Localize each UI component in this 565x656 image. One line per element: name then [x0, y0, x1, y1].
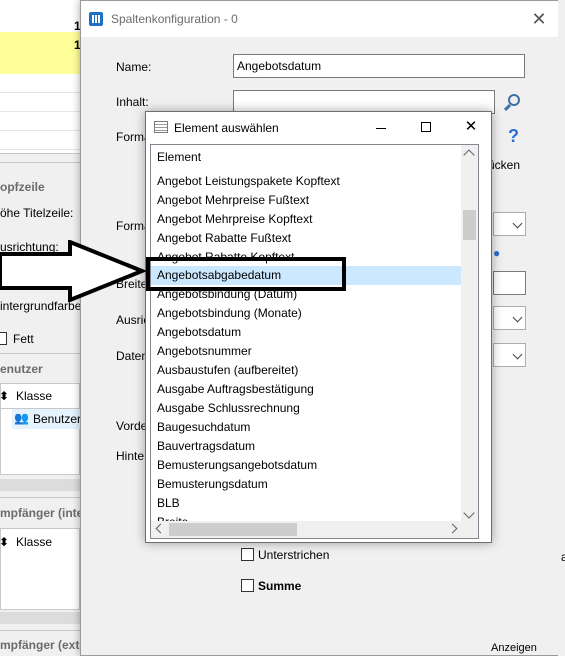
background-highlighted-rows — [0, 32, 80, 74]
list-item[interactable]: BLB — [151, 494, 475, 513]
help-icon[interactable]: ? — [508, 126, 519, 147]
section-heading-empfaenger-extern: mpfänger (exte — [0, 638, 87, 652]
horizontal-scrollbar[interactable] — [0, 479, 80, 491]
dialog-title: Spaltenkonfiguration - 0 — [111, 12, 238, 26]
scroll-left-icon[interactable] — [155, 523, 166, 534]
search-icon[interactable] — [503, 94, 521, 112]
scroll-down-icon[interactable] — [463, 507, 475, 519]
divider — [0, 353, 80, 354]
dialog-titlebar[interactable]: Spaltenkonfiguration - 0 ✕ — [81, 1, 559, 37]
scroll-up-icon[interactable] — [463, 149, 475, 161]
hintergrund-label: Hinte — [116, 449, 145, 463]
partial-label: ücken — [488, 158, 521, 172]
empfaenger-list[interactable]: ⬍ Klasse — [0, 528, 80, 610]
scroll-right-icon[interactable] — [447, 523, 458, 534]
picker-title: Element auswählen — [174, 121, 279, 135]
list-item[interactable]: Angebotsbindung (Monate) — [151, 304, 475, 323]
background-grid — [0, 74, 80, 154]
info-icon[interactable]: ● — [493, 246, 500, 260]
sort-icon: ⬍ — [0, 535, 10, 549]
unterstrichen-checkbox[interactable] — [241, 548, 254, 561]
list-item-benutzer[interactable]: Benutzer — [33, 412, 81, 426]
horizontal-scrollbar[interactable] — [151, 521, 478, 538]
list-item[interactable]: Angebotsdatum — [151, 323, 475, 342]
anzeigen-button[interactable]: Anzeigen — [491, 642, 537, 654]
users-icon: 👥 — [14, 411, 29, 425]
close-icon[interactable]: ✕ — [460, 116, 482, 138]
divider — [0, 497, 80, 498]
inhalt-label: Inhalt: — [116, 95, 149, 109]
vertical-scrollbar[interactable] — [461, 145, 478, 523]
format-dropdown[interactable] — [493, 212, 526, 236]
label-titelzeile: öhe Titelzeile: — [0, 206, 74, 220]
column-header-klasse: Klasse — [16, 535, 53, 549]
breite-field[interactable] — [493, 271, 526, 295]
annotation-arrow-icon — [0, 240, 148, 302]
list-item[interactable]: Angebot Leistungspakete Kopftext — [151, 172, 475, 191]
summe-label: Summe — [258, 579, 302, 593]
vordergrund-label: Vorde — [116, 419, 148, 433]
scroll-thumb[interactable] — [169, 523, 297, 536]
ausrichtung-dropdown[interactable] — [493, 306, 526, 330]
section-heading-empfaenger-intern: mpfänger (inter — [0, 506, 89, 520]
list-item[interactable]: Bauvertragsdatum — [151, 437, 475, 456]
list-header-element: Element — [157, 150, 202, 164]
list-item[interactable]: Bemusterungsdatum — [151, 475, 475, 494]
name-label: Name: — [116, 60, 152, 74]
fett-checkbox[interactable] — [0, 332, 7, 345]
column-header-klasse: Klasse — [16, 389, 53, 403]
partial-label: a — [561, 550, 565, 564]
horizontal-scrollbar[interactable] — [0, 612, 80, 624]
close-icon[interactable]: ✕ — [527, 7, 551, 31]
list-item[interactable]: Ausgabe Auftragsbestätigung — [151, 380, 475, 399]
divider — [0, 630, 80, 631]
benutzer-list[interactable]: ⬍ Klasse 👥 Benutzer — [0, 383, 81, 475]
picker-titlebar[interactable]: Element auswählen ✕ — [146, 112, 491, 142]
list-item[interactable]: Bemusterungsangebotsdatum — [151, 456, 475, 475]
name-field[interactable]: Angebotsdatum — [233, 54, 525, 78]
daten-label: Daten — [116, 349, 149, 363]
list-item[interactable]: Angebotsnummer — [151, 342, 475, 361]
annotation-highlight-box — [146, 257, 346, 291]
list-item[interactable]: Angebot Mehrpreise Fußtext — [151, 191, 475, 210]
list-item[interactable]: Ausgabe Schlussrechnung — [151, 399, 475, 418]
scroll-thumb[interactable] — [463, 210, 476, 240]
element-auswaehlen-dialog: Element auswählen ✕ Element Angebot Leis… — [145, 111, 492, 543]
background-grid-top — [0, 0, 80, 32]
label-fett: Fett — [13, 332, 34, 346]
app-icon — [89, 12, 103, 26]
divider — [0, 153, 80, 154]
list-item[interactable]: Ausbaustufen (aufbereitet) — [151, 361, 475, 380]
daten-dropdown[interactable] — [493, 343, 526, 367]
list-icon — [154, 121, 168, 133]
list-item[interactable]: Baugesuchdatum — [151, 418, 475, 437]
list-item[interactable]: Angebot Rabatte Fußtext — [151, 229, 475, 248]
section-heading-benutzer: enutzer — [0, 362, 43, 376]
minimize-icon[interactable] — [370, 116, 392, 138]
divider — [0, 162, 80, 163]
sort-icon: ⬍ — [0, 389, 10, 403]
element-list[interactable]: Element Angebot Leistungspakete Kopftext… — [150, 144, 479, 539]
section-heading-kopfzeile: opfzeile — [0, 180, 45, 194]
maximize-icon[interactable] — [415, 116, 437, 138]
unterstrichen-label: Unterstrichen — [258, 548, 330, 562]
summe-checkbox[interactable] — [241, 579, 254, 592]
list-item[interactable]: Angebot Mehrpreise Kopftext — [151, 210, 475, 229]
